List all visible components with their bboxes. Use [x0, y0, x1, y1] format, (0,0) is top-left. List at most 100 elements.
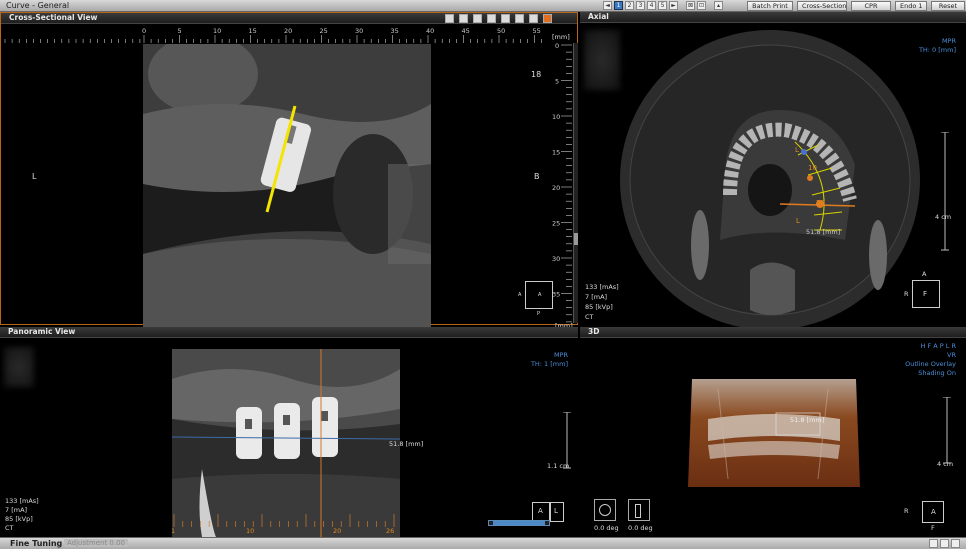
- top-ruler-label: 20: [284, 27, 292, 35]
- capture-icon[interactable]: [543, 14, 552, 23]
- nav-page-4-button[interactable]: 4: [647, 1, 656, 10]
- reset-button[interactable]: Reset: [931, 1, 965, 11]
- axial-mark-10: 10: [808, 164, 817, 172]
- axial-image[interactable]: [620, 30, 920, 330]
- axial-header: Axial: [580, 12, 966, 23]
- orient-center: A: [538, 292, 542, 298]
- layout-2-icon[interactable]: ⊡: [697, 1, 706, 10]
- 3d-orient-bottom: F: [931, 524, 935, 532]
- pano-slider[interactable]: [488, 520, 550, 526]
- pano-modality: CT: [5, 524, 14, 532]
- nav-page-5-button[interactable]: 5: [658, 1, 667, 10]
- axial-orientation-cube[interactable]: F: [912, 280, 940, 308]
- 3d-orientation-cube[interactable]: A: [922, 501, 944, 523]
- axial-view-panel[interactable]: Axial L 10 20 L 51.8 [mm] MPR TH: 0 [mm]…: [580, 12, 966, 330]
- 3d-render-image[interactable]: [688, 379, 860, 487]
- 3d-measurement: 51.8 [mm]: [790, 416, 825, 424]
- axial-mark-20: 20: [816, 199, 825, 207]
- panoramic-header: Panoramic View: [0, 327, 578, 338]
- pano-tick-1: 1: [171, 527, 176, 535]
- axial-orient-top: A: [922, 270, 927, 278]
- collapse-icon[interactable]: ▴: [714, 1, 723, 10]
- top-ruler-label: 50: [497, 27, 505, 35]
- lock-icon[interactable]: [501, 14, 510, 23]
- top-ruler-label: 55: [533, 27, 541, 35]
- title-bar: Curve - General ◄ 1 2 3 4 5 ► ⊠ ⊡ ▴ Batc…: [0, 0, 966, 12]
- cross-sectional-title: Cross-Sectional View: [9, 13, 98, 22]
- grid-icon[interactable]: [445, 14, 454, 23]
- pano-tick-20: 20: [333, 527, 342, 535]
- right-ruler-label: 25: [552, 220, 560, 228]
- axial-orient-left: R: [904, 290, 909, 298]
- axial-mark-l-top: L: [795, 146, 799, 154]
- copy-icon[interactable]: [515, 14, 524, 23]
- rotation-1: 0.0 deg: [594, 524, 619, 532]
- toolbar-actions: Batch Print Cross-Section CPR Endo 1 Res…: [747, 1, 965, 11]
- fine-tuning-label: Fine Tuning: [10, 539, 63, 548]
- panoramic-measurement: 51.8 [mm]: [389, 440, 424, 448]
- rotate-sagittal-icon[interactable]: [628, 499, 650, 521]
- 3d-header: 3D: [580, 327, 966, 338]
- 3d-overlay: Outline Overlay: [905, 360, 956, 368]
- nav-page-1-button[interactable]: 1: [614, 1, 623, 10]
- right-orientation-label: B: [534, 172, 540, 181]
- cross-section-button[interactable]: Cross-Section: [797, 1, 847, 11]
- top-ruler-label: 25: [320, 27, 328, 35]
- batch-print-button[interactable]: Batch Print: [747, 1, 793, 11]
- nav-page-3-button[interactable]: 3: [636, 1, 645, 10]
- orient-left: A: [518, 292, 522, 298]
- axial-title: Axial: [588, 12, 609, 21]
- cpr-button[interactable]: CPR: [851, 1, 891, 11]
- right-ruler-label: 20: [552, 184, 560, 192]
- top-ruler-label: 35: [391, 27, 399, 35]
- bottom-controls: [929, 539, 960, 548]
- panoramic-mode: MPR: [553, 351, 568, 359]
- axial-scale-bar: [941, 132, 949, 251]
- pano-orient-a: A: [538, 507, 543, 515]
- ruler-icon[interactable]: [473, 14, 482, 23]
- pin-icon[interactable]: [940, 539, 949, 548]
- rotate-axial-icon[interactable]: [594, 499, 616, 521]
- layout-icon[interactable]: [459, 14, 468, 23]
- right-ruler-label: 35: [552, 291, 560, 299]
- 3d-orient-left: R: [904, 507, 909, 515]
- cross-sectional-view-panel[interactable]: Cross-Sectional View 0 5 10 15 20 25 30 35 40 45 5…: [0, 12, 578, 336]
- top-ruler: 0 5 10 15 20 25 30 35 40 45 50 55: [1, 25, 577, 43]
- rotation-2: 0.0 deg: [628, 524, 653, 532]
- cross-section-toolbar: [445, 14, 552, 23]
- right-ruler-label: 5: [555, 78, 559, 86]
- panoramic-image[interactable]: [172, 349, 400, 537]
- layout-1-icon[interactable]: ⊠: [686, 1, 695, 10]
- nav-page-2-button[interactable]: 2: [625, 1, 634, 10]
- top-ruler-label: 5: [178, 27, 182, 35]
- export-icon[interactable]: [529, 14, 538, 23]
- cross-section-image[interactable]: [143, 44, 431, 336]
- top-ruler-label: 15: [249, 27, 257, 35]
- slice-number: 18: [531, 70, 542, 79]
- 3d-view-panel[interactable]: 3D H F A P L R VR Outline Overlay Shadin…: [580, 327, 966, 537]
- fine-tuning-value: Adjustment 0.00: [64, 539, 128, 547]
- endo-button[interactable]: Endo 1: [895, 1, 927, 11]
- axial-scale-label: 4 cm: [935, 213, 952, 221]
- top-ruler-label: 10: [213, 27, 221, 35]
- expand-icon[interactable]: [929, 539, 938, 548]
- pano-orient-l-box[interactable]: L: [550, 502, 564, 522]
- fine-tuning-bar: Fine Tuning Adjustment 0.00: [0, 537, 966, 549]
- orientation-cube[interactable]: A: [525, 281, 553, 309]
- pano-orient-l: L: [554, 507, 558, 515]
- nav-next-button[interactable]: ►: [669, 1, 678, 10]
- pano-orient-a-box[interactable]: A: [532, 502, 550, 522]
- zoom-icon[interactable]: [487, 14, 496, 23]
- axial-mode: MPR: [941, 37, 956, 45]
- 3d-scale-bar: [943, 397, 951, 464]
- 3d-shading: Shading On: [918, 369, 956, 377]
- axial-thickness: TH: 0 [mm]: [918, 46, 956, 54]
- top-ruler-label: 0: [142, 27, 146, 35]
- nav-prev-button[interactable]: ◄: [603, 1, 612, 10]
- axial-ma: 7 [mA]: [585, 293, 608, 301]
- close-icon[interactable]: [951, 539, 960, 548]
- panoramic-view-panel[interactable]: Panoramic View 51.8 [mm] 1 10 20 26 MPR …: [0, 327, 578, 537]
- vertical-scrollbar[interactable]: [573, 43, 578, 323]
- axial-measurement: 51.8 [mm]: [806, 228, 841, 236]
- right-ruler-label: 15: [552, 149, 560, 157]
